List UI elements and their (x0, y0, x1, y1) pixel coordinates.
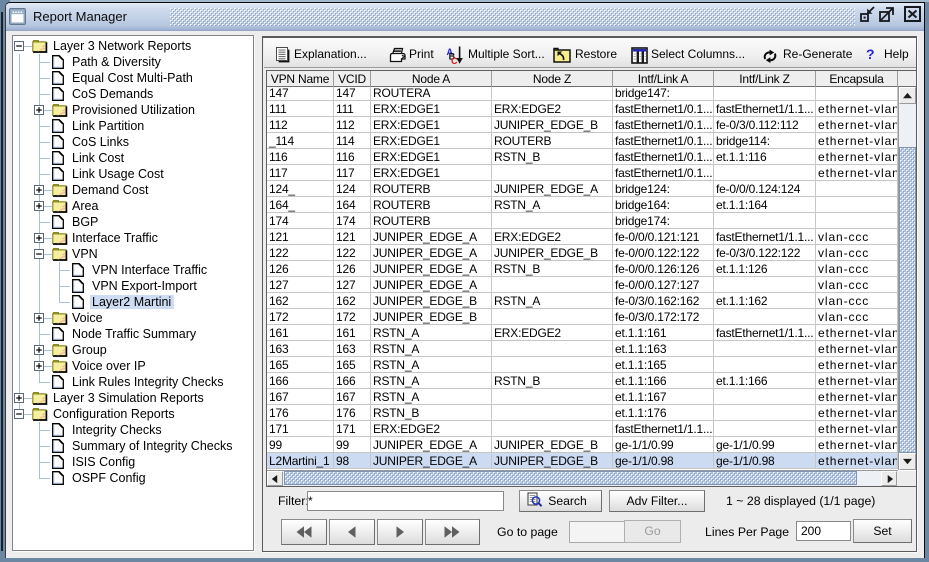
svg-text:C: C (451, 56, 458, 65)
